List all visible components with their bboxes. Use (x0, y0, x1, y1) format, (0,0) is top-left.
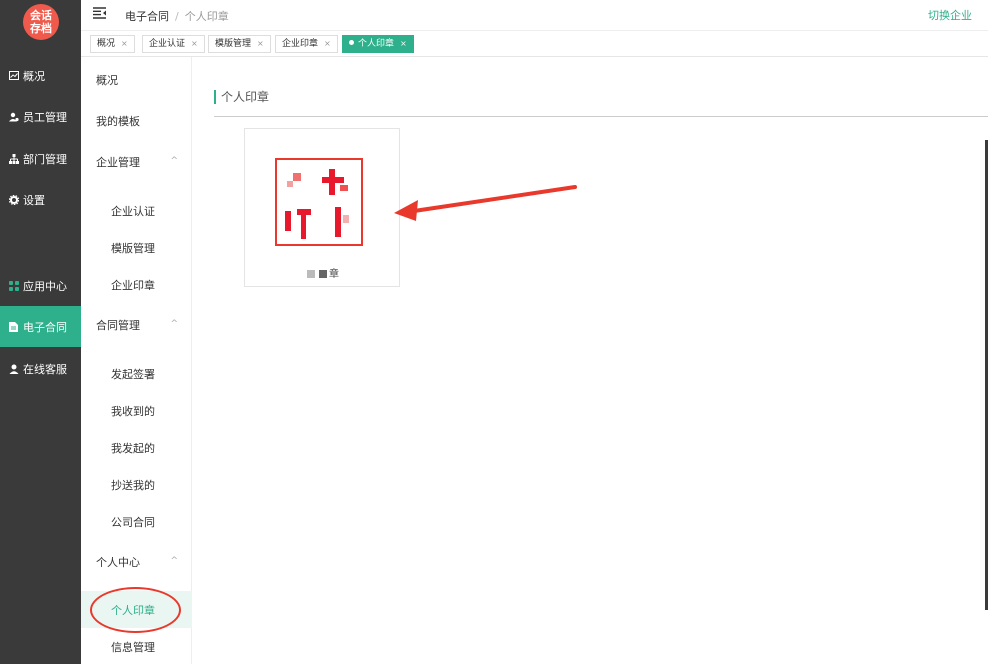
sidebar-item-settings[interactable]: 设置 (0, 179, 81, 220)
sidebar-item-label: 电子合同 (23, 320, 67, 334)
annotation-circle (90, 587, 181, 633)
subnav-label: 企业印章 (111, 278, 155, 292)
sidebar-item-label: 概况 (23, 69, 45, 83)
annotation-arrow (394, 185, 577, 221)
top-header: 电子合同 / 个人印章 切换企业 (81, 0, 988, 31)
blurred-name-icon (307, 270, 315, 278)
tab-label: 概况 (97, 39, 116, 49)
subnav-label: 企业认证 (111, 204, 155, 218)
tab-label: 企业认证 (149, 39, 186, 49)
subnav-label: 信息管理 (111, 640, 155, 654)
org-icon (8, 153, 19, 164)
subnav-cc-me[interactable]: 抄送我的 (81, 466, 192, 503)
sidebar-item-online-support[interactable]: 在线客服 (0, 348, 81, 389)
sidebar-item-label: 应用中心 (23, 279, 67, 293)
close-icon[interactable]: × (324, 39, 331, 48)
close-icon[interactable]: × (121, 39, 128, 48)
subnav-label: 合同管理 (96, 318, 140, 332)
logo-line-2: 存档 (30, 22, 52, 35)
subnav-start-signing[interactable]: 发起签署 (81, 355, 192, 392)
subnav-label: 企业管理 (96, 155, 140, 169)
subnav-group-personal[interactable]: 个人中心 ^ (81, 543, 192, 580)
tab-label: 企业印章 (282, 39, 319, 49)
close-icon[interactable]: × (257, 39, 264, 48)
chevron-up-icon: ^ (170, 156, 178, 166)
sidebar-item-staff[interactable]: 员工管理 (0, 96, 81, 137)
sidebar-item-label: 员工管理 (23, 110, 67, 124)
breadcrumb-separator: / (175, 10, 179, 23)
tab-enterprise-auth[interactable]: 企业认证 × (142, 35, 205, 53)
sub-sidebar: 概况 我的模板 企业管理 ^ 企业认证 模版管理 企业印章 合同管理 ^ 发起签署 … (81, 57, 192, 664)
main-content: 个人印章 章 (192, 57, 988, 664)
subnav-label: 个人中心 (96, 555, 140, 569)
sidebar-item-departments[interactable]: 部门管理 (0, 138, 81, 179)
subnav-group-enterprise[interactable]: 企业管理 ^ (81, 143, 192, 180)
subnav-overview[interactable]: 概况 (81, 61, 192, 98)
tab-personal-seal[interactable]: 个人印章 × (342, 35, 414, 53)
breadcrumb-parent[interactable]: 电子合同 (125, 10, 169, 23)
person-icon (8, 363, 19, 374)
tab-label: 模版管理 (215, 39, 252, 49)
seal-image (275, 158, 363, 246)
subnav-label: 我收到的 (111, 404, 155, 418)
seal-card[interactable]: 章 (244, 128, 400, 287)
app-logo[interactable]: 会话 存档 (23, 4, 59, 40)
subnav-label: 公司合同 (111, 515, 155, 529)
tab-enterprise-seal[interactable]: 企业印章 × (275, 35, 338, 53)
subnav-label: 发起签署 (111, 367, 155, 381)
subnav-company-contracts[interactable]: 公司合同 (81, 503, 192, 540)
tab-label: 个人印章 (358, 39, 395, 49)
sidebar-item-overview[interactable]: 概况 (0, 55, 81, 96)
blurred-name-icon (319, 270, 327, 278)
gear-icon (8, 194, 19, 205)
chevron-up-icon: ^ (170, 556, 178, 566)
section-divider (214, 116, 988, 117)
subnav-template-management[interactable]: 模版管理 (81, 229, 192, 266)
seal-name-text: 章 (329, 269, 339, 280)
switch-company-link[interactable]: 切换企业 (928, 7, 972, 23)
app-root: 会话 存档 概况 员工管理 部门管理 设置 应用中心 电子合同 在线客服 电子合… (0, 0, 988, 664)
tab-template-management[interactable]: 模版管理 × (208, 35, 271, 53)
sidebar-item-e-contract[interactable]: 电子合同 (0, 306, 81, 347)
subnav-received[interactable]: 我收到的 (81, 392, 192, 429)
chart-icon (8, 70, 19, 81)
close-icon[interactable]: × (400, 39, 407, 48)
subnav-enterprise-auth[interactable]: 企业认证 (81, 192, 192, 229)
subnav-enterprise-seal[interactable]: 企业印章 (81, 266, 192, 303)
subnav-initiated[interactable]: 我发起的 (81, 429, 192, 466)
sidebar-item-label: 部门管理 (23, 152, 67, 166)
subnav-my-templates[interactable]: 我的模板 (81, 102, 192, 139)
subnav-label: 概况 (96, 73, 118, 87)
sidebar-item-label: 在线客服 (23, 362, 67, 376)
tabs-bar: 概况 × 企业认证 × 模版管理 × 企业印章 × 个人印章 × (81, 31, 988, 57)
apps-icon (8, 280, 19, 291)
breadcrumb: 电子合同 / 个人印章 (125, 8, 229, 24)
document-icon (8, 321, 19, 332)
sidebar-item-app-center[interactable]: 应用中心 (0, 265, 81, 306)
subnav-label: 我的模板 (96, 114, 140, 128)
logo-line-1: 会话 (30, 9, 52, 22)
subnav-label: 模版管理 (111, 241, 155, 255)
main-sidebar: 会话 存档 概况 员工管理 部门管理 设置 应用中心 电子合同 在线客服 (0, 0, 81, 664)
active-dot-icon (349, 40, 354, 45)
section-title: 个人印章 (214, 90, 269, 104)
chevron-up-icon: ^ (170, 319, 178, 329)
subnav-info-management[interactable]: 信息管理 (81, 628, 192, 664)
subnav-label: 抄送我的 (111, 478, 155, 492)
sidebar-item-label: 设置 (23, 193, 45, 207)
seal-name: 章 (245, 265, 401, 280)
breadcrumb-current: 个人印章 (184, 10, 229, 23)
close-icon[interactable]: × (191, 39, 198, 48)
menu-toggle-icon[interactable] (93, 7, 106, 23)
users-icon (8, 111, 19, 122)
subnav-label: 我发起的 (111, 441, 155, 455)
tab-overview[interactable]: 概况 × (90, 35, 135, 53)
subnav-group-contracts[interactable]: 合同管理 ^ (81, 306, 192, 343)
